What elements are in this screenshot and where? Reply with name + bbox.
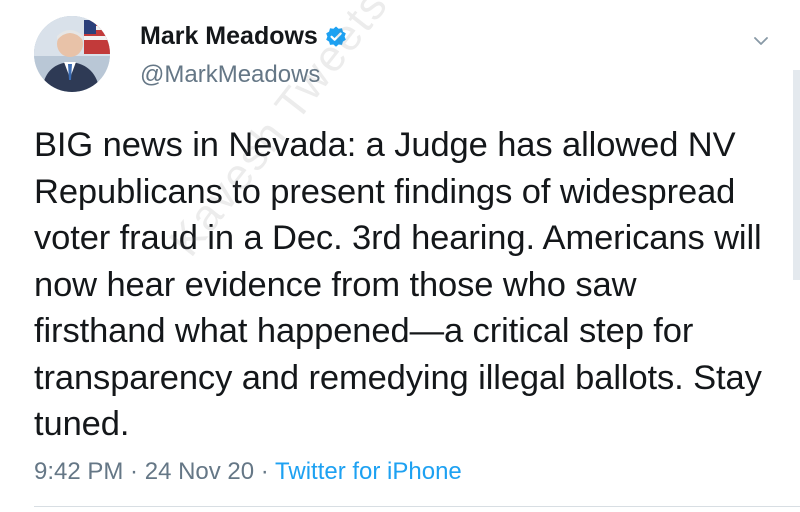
user-handle[interactable]: @MarkMeadows	[140, 61, 320, 89]
author-name-row[interactable]: Mark Meadows	[140, 22, 348, 51]
tweet-card: Mark Meadows @MarkMeadows BIG news in Ne…	[0, 0, 800, 512]
tweet-meta: 9:42 PM · 24 Nov 20 · Twitter for iPhone	[34, 458, 462, 486]
chevron-down-icon[interactable]	[750, 30, 772, 52]
avatar-image	[34, 16, 110, 92]
scrollbar[interactable]	[793, 70, 800, 280]
tweet-date[interactable]: 24 Nov 20	[145, 458, 254, 485]
tweet-time[interactable]: 9:42 PM	[34, 458, 123, 485]
divider	[34, 506, 800, 507]
verified-badge-icon	[324, 25, 348, 49]
meta-separator: ·	[254, 458, 276, 485]
tweet-text: BIG news in Nevada: a Judge has allowed …	[34, 126, 762, 443]
avatar[interactable]	[34, 16, 110, 92]
display-name[interactable]: Mark Meadows	[140, 22, 318, 51]
meta-separator: ·	[123, 458, 145, 485]
tweet-source-link[interactable]: Twitter for iPhone	[275, 458, 462, 485]
